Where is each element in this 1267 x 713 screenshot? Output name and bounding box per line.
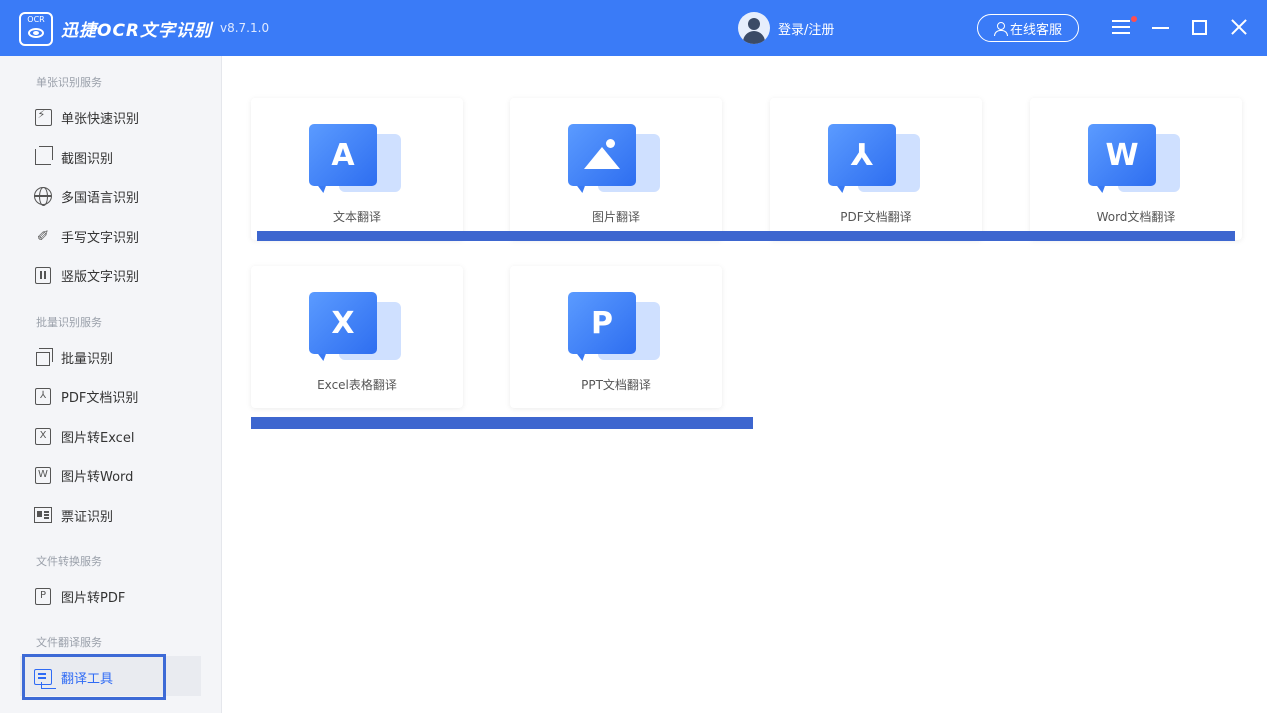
id-card-icon [33, 505, 53, 525]
section-title-single: 单张识别服务 [36, 76, 102, 89]
online-service-label: 在线客服 [1009, 22, 1062, 38]
card-text-translate[interactable]: A 文本翻译 [251, 98, 463, 240]
sidebar-item-label: 多国语言识别 [61, 190, 140, 206]
sidebar-item-multilang[interactable]: 多国语言识别 [33, 181, 203, 211]
sidebar-item-label: 图片转PDF [61, 590, 126, 606]
card-ppt-translate[interactable]: P PPT文档翻译 [510, 266, 722, 408]
globe-icon [33, 186, 53, 206]
card-label: Excel表格翻译 [317, 378, 397, 392]
pdf-file-icon: P [33, 586, 53, 606]
highlight-bar-row2 [251, 417, 753, 429]
sidebar-item-label: 手写文字识别 [61, 230, 140, 246]
word-translate-icon: W [1088, 124, 1182, 196]
vertical-text-icon [33, 265, 53, 285]
card-label: 图片翻译 [591, 210, 640, 224]
sidebar-item-label: 翻译工具 [61, 671, 114, 687]
sidebar-item-label: 图片转Word [61, 469, 134, 485]
sidebar-item-label: 票证识别 [61, 509, 114, 525]
pdf-icon: ⅄ [33, 386, 53, 406]
sidebar-item-label: PDF文档识别 [61, 390, 139, 406]
sidebar-item-quick-recognize[interactable]: 单张快速识别 [33, 102, 203, 132]
crop-icon [33, 146, 53, 167]
sidebar-item-vertical[interactable]: 竖版文字识别 [33, 260, 203, 290]
sidebar-item-img-to-pdf[interactable]: P 图片转PDF [33, 581, 203, 611]
image-translate-icon [568, 124, 662, 196]
app-logo-icon: OCR [19, 12, 53, 46]
sidebar-item-label: 批量识别 [61, 351, 114, 367]
user-icon [993, 21, 1008, 36]
quick-recognize-icon [33, 107, 53, 127]
notification-dot [1131, 16, 1137, 22]
login-register-link[interactable]: 登录/注册 [778, 19, 834, 38]
card-label: PDF文档翻译 [840, 210, 912, 224]
minimize-icon[interactable] [1152, 27, 1169, 29]
pdf-translate-icon: ⅄ [828, 124, 922, 196]
card-excel-translate[interactable]: X Excel表格翻译 [251, 266, 463, 408]
card-pdf-translate[interactable]: ⅄ PDF文档翻译 [770, 98, 982, 240]
excel-icon: X [33, 426, 53, 446]
section-title-translate: 文件翻译服务 [36, 636, 102, 649]
excel-translate-icon: X [309, 292, 403, 364]
ppt-translate-icon: P [568, 292, 662, 364]
sidebar-item-pdf[interactable]: ⅄ PDF文档识别 [33, 381, 203, 411]
sidebar: 单张识别服务 单张快速识别 截图识别 多国语言识别 ✐ 手写文字识别 竖版文字识… [0, 56, 222, 713]
sidebar-item-batch[interactable]: 批量识别 [33, 342, 203, 372]
card-label: 文本翻译 [332, 210, 381, 224]
sidebar-item-screenshot[interactable]: 截图识别 [33, 142, 203, 172]
card-word-translate[interactable]: W Word文档翻译 [1030, 98, 1242, 240]
section-title-batch: 批量识别服务 [36, 316, 102, 329]
sidebar-item-excel[interactable]: X 图片转Excel [33, 421, 203, 451]
card-label: PPT文档翻译 [581, 378, 651, 392]
user-avatar-icon[interactable] [738, 12, 770, 44]
pen-icon: ✐ [36, 227, 50, 245]
highlight-bar-row1 [257, 231, 1235, 241]
sidebar-item-ticket[interactable]: 票证识别 [33, 500, 203, 530]
menu-icon[interactable] [1112, 20, 1130, 36]
sidebar-item-word[interactable]: W 图片转Word [33, 460, 203, 490]
close-icon[interactable] [1229, 17, 1249, 37]
title-bar: OCR 迅捷OCR文字识别 v8.7.1.0 登录/注册 在线客服 [0, 0, 1267, 56]
sidebar-item-label: 单张快速识别 [61, 111, 140, 127]
word-icon: W [33, 465, 53, 485]
card-label: Word文档翻译 [1096, 210, 1176, 224]
sidebar-item-label: 图片转Excel [61, 430, 135, 446]
stack-icon [33, 347, 53, 367]
sidebar-item-translate-tool[interactable]: 翻译工具 [33, 662, 203, 692]
sidebar-item-label: 竖版文字识别 [61, 269, 140, 285]
app-title: 迅捷OCR文字识别 [61, 21, 213, 41]
online-service-button[interactable]: 在线客服 [977, 14, 1079, 42]
app-version: v8.7.1.0 [220, 21, 270, 35]
translate-icon [33, 667, 56, 689]
sidebar-item-label: 截图识别 [61, 151, 114, 167]
card-image-translate[interactable]: 图片翻译 [510, 98, 722, 240]
text-translate-icon: A [309, 124, 403, 196]
sidebar-item-handwriting[interactable]: ✐ 手写文字识别 [33, 221, 203, 251]
section-title-convert: 文件转换服务 [36, 555, 102, 568]
maximize-icon[interactable] [1192, 20, 1207, 35]
